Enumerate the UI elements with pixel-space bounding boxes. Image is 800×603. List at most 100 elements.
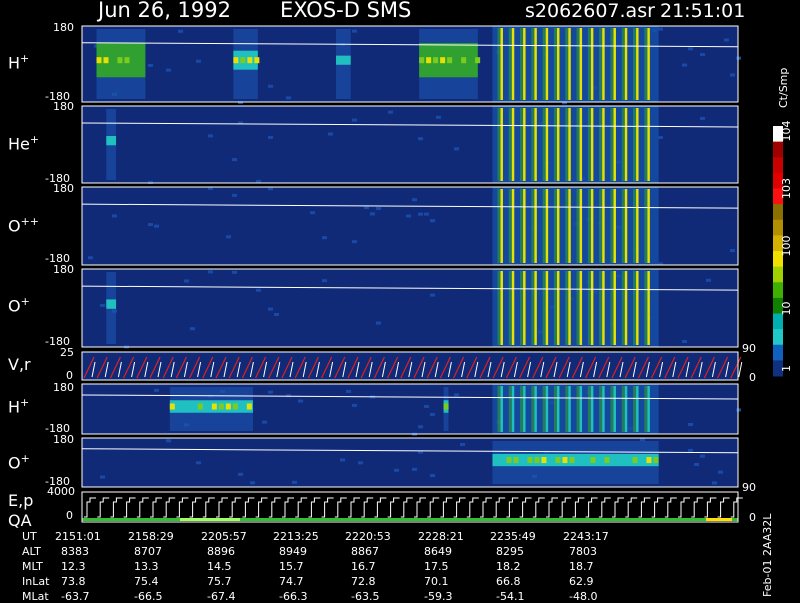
enhancement-peak [240,57,246,64]
colorbar-swatch [773,141,783,158]
tick-e-max: 4000 [47,485,75,498]
colorbar-label: 10 [780,302,793,316]
colorbar-swatch [773,266,783,283]
periodic-streak [624,386,628,432]
periodic-streak [523,108,526,181]
periodic-streak [511,386,515,432]
periodic-streak [500,271,503,345]
periodic-streak-halo [587,108,591,181]
periodic-streak [602,108,605,181]
periodic-streak-halo [610,28,614,100]
colorbar-swatch [773,157,783,174]
periodic-streak [636,386,639,432]
enhancement-peak [569,457,575,464]
footer-cell: 8295 [496,545,524,558]
periodic-streak-halo [531,108,535,181]
periodic-streak-halo [633,108,637,181]
periodic-streak [579,189,583,263]
periodic-streak-halo [610,271,614,345]
periodic-streak-halo [542,108,546,181]
periodic-streak [545,189,549,263]
periodic-streak [602,271,605,345]
periodic-streak-halo [633,386,637,432]
periodic-streak [534,271,537,345]
tick-r-max: 90 [742,342,756,355]
periodic-streak [545,108,549,181]
colorbar: 104 103 100 10 1 [773,121,793,377]
periodic-streak-halo [610,189,614,263]
periodic-streak-halo [553,271,557,345]
periodic-streak [545,28,549,100]
footer-cell: -63.7 [61,590,90,603]
periodic-streak [624,189,628,263]
periodic-streak [534,108,537,181]
tick-v-min: 0 [66,369,73,382]
footer-cell: -59.3 [424,590,453,603]
enhancement-peak [225,403,231,410]
footer-cell: 8867 [351,545,379,558]
periodic-streak-halo [610,386,614,432]
periodic-streak-halo [599,108,603,181]
periodic-streak [602,189,605,263]
periodic-streak [613,28,616,100]
periodic-streak-halo [565,386,569,432]
panel-oplusplus [81,186,739,266]
enhancement-peak [233,57,239,64]
panel-hplus_top [81,25,741,105]
footer-cell: 2213:25 [273,530,319,543]
footer-cell: 2151:01 [55,530,101,543]
periodic-streak [523,28,526,100]
footer-cell: -66.5 [134,590,163,603]
enhancement-peak [461,57,467,64]
footer-cell: 7803 [569,545,597,558]
tick-he-max: 180 [53,100,74,113]
panel-label-vr: V,r [8,355,31,374]
panel-label-qa: QA [8,511,32,530]
tick-opp-max: 180 [53,182,74,195]
enhancement-peak [419,57,425,64]
periodic-streak-halo [553,386,557,432]
enhancement-peak [653,457,659,464]
footer-cell: 2205:57 [201,530,247,543]
tick-p-min: 0 [749,511,756,524]
footer-cell: 74.7 [279,575,304,588]
qa-bar-segment [706,518,732,521]
periodic-streak-halo [576,189,580,263]
enhancement-peak [632,457,638,464]
periodic-streak-halo [587,28,591,100]
panel-hplus_low [81,383,741,436]
panel-label-he-plus: He+ [8,133,40,154]
colorbar-label: 100 [780,236,793,257]
qa-bar-segment [180,518,240,521]
footer-cell: 8949 [279,545,307,558]
periodic-streak-halo [497,108,501,181]
footer-cell: 73.8 [61,575,86,588]
footer-cell: 14.5 [207,560,232,573]
periodic-streak-halo [565,28,569,100]
footer-cell: 75.7 [207,575,232,588]
periodic-streak [568,386,571,432]
footer-cell: 2228:21 [418,530,464,543]
periodic-streak-halo [565,271,569,345]
enhancement-region [336,55,351,65]
periodic-streak-halo [553,189,557,263]
periodic-streak-halo [531,28,535,100]
periodic-streak-halo [621,28,625,100]
enhancement-peak [426,57,432,64]
colorbar-swatch [773,282,783,299]
enhancement-peak [541,457,547,464]
colorbar-label: 1 [780,365,793,372]
footer-cell: 17.5 [424,560,449,573]
periodic-streak [523,189,526,263]
footer-cell: -48.0 [569,590,598,603]
footer-cell: 16.7 [351,560,376,573]
periodic-streak [613,271,616,345]
periodic-streak [534,189,537,263]
periodic-streak [500,108,503,181]
tick-h2-max: 180 [53,381,74,394]
periodic-streak [647,28,650,100]
panel-label-o-plus-low: O+ [8,452,30,473]
colorbar-swatch [773,329,783,346]
periodic-streak-halo [576,108,580,181]
periodic-streak-halo [531,271,535,345]
